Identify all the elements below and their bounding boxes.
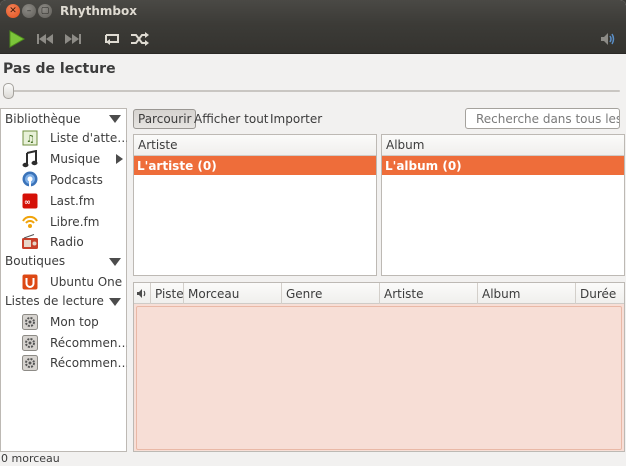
sidebar-item-ubuntu-one[interactable]: Ubuntu One	[21, 272, 127, 292]
expand-arrow-icon[interactable]	[109, 115, 121, 123]
expand-arrow-icon[interactable]	[109, 258, 121, 266]
gear-icon	[21, 354, 39, 372]
volume-button[interactable]	[598, 29, 620, 49]
genre-column-header[interactable]: Genre	[281, 283, 379, 304]
music-icon	[21, 150, 39, 168]
podcast-icon	[21, 171, 39, 189]
radio-icon	[21, 233, 39, 251]
sidebar-item-radio[interactable]: Radio	[21, 232, 127, 252]
expand-arrow-icon[interactable]	[116, 154, 123, 164]
sidebar-item-lastfm[interactable]: ∞ Last.fm	[21, 191, 127, 211]
volume-icon	[601, 33, 615, 45]
librefm-icon	[21, 213, 39, 231]
sidebar-item-label: Récommen…	[50, 356, 127, 370]
sidebar-item-label: Ubuntu One	[50, 275, 123, 289]
album-column-header[interactable]: Album	[477, 283, 575, 304]
repeat-button[interactable]	[100, 29, 124, 49]
repeat-icon	[105, 34, 119, 45]
tab-show-all[interactable]: Afficher tout	[190, 109, 273, 129]
album-row-selected[interactable]: L'album (0)	[382, 156, 624, 175]
play-button[interactable]	[6, 29, 28, 49]
sidebar-item-label: Podcasts	[50, 173, 103, 187]
source-sidebar: Bibliothèque ♫ Liste d'atte… Musique Pod…	[0, 108, 127, 452]
artist-column-header[interactable]: Artiste	[379, 283, 477, 304]
playing-column-header[interactable]	[134, 283, 150, 304]
minimize-icon: –	[26, 5, 32, 16]
svg-text:∞: ∞	[24, 198, 31, 207]
gear-icon	[21, 313, 39, 331]
window-title: Rhythmbox	[60, 4, 137, 18]
sidebar-item-label: Musique	[50, 152, 101, 166]
sidebar-item-librefm[interactable]: Libre.fm	[21, 212, 127, 232]
album-pane: Album L'album (0)	[381, 134, 625, 276]
sidebar-item-playlist[interactable]: Récommen…	[21, 333, 127, 353]
close-window-button[interactable]: ✕	[6, 4, 20, 18]
queue-icon: ♫	[21, 129, 39, 147]
lastfm-icon: ∞	[21, 192, 39, 210]
expand-arrow-icon[interactable]	[109, 298, 121, 306]
sidebar-item-music[interactable]: Musique	[21, 149, 127, 169]
artist-pane: Artiste L'artiste (0)	[133, 134, 377, 276]
minimize-window-button[interactable]: –	[22, 4, 36, 18]
sidebar-item-playlist[interactable]: Récommen…	[21, 353, 127, 373]
sidebar-item-playlist[interactable]: Mon top	[21, 312, 127, 332]
sidebar-item-podcasts[interactable]: Podcasts	[21, 170, 127, 190]
sidebar-category-library[interactable]: Bibliothèque	[5, 112, 81, 126]
album-column-header[interactable]: Album	[382, 135, 624, 156]
previous-icon	[37, 34, 53, 44]
sidebar-item-label: Mon top	[50, 315, 99, 329]
sidebar-item-label: Libre.fm	[50, 215, 100, 229]
track-list-body[interactable]	[136, 306, 622, 450]
rhythmbox-window: ✕ – ▢ Rhythmbox Pas de lecture Bibliothè…	[0, 0, 626, 466]
sidebar-item-queue[interactable]: ♫ Liste d'atte…	[21, 128, 127, 148]
close-icon: ✕	[9, 5, 17, 16]
shuffle-icon	[131, 32, 149, 46]
status-bar: 0 morceau	[1, 452, 60, 465]
seek-handle[interactable]	[3, 83, 14, 99]
play-icon	[9, 30, 25, 48]
title-bar[interactable]: ✕ – ▢ Rhythmbox	[0, 0, 626, 24]
sidebar-item-label: Récommen…	[50, 336, 127, 350]
sidebar-category-stores[interactable]: Boutiques	[5, 254, 65, 268]
sidebar-item-label: Radio	[50, 235, 84, 249]
maximize-icon: ▢	[40, 5, 50, 16]
search-placeholder: Recherche dans tous les	[476, 111, 620, 126]
duration-column-header[interactable]: Durée	[575, 283, 624, 304]
sidebar-item-label: Last.fm	[50, 194, 95, 208]
speaker-icon	[137, 289, 146, 298]
search-input[interactable]: Recherche dans tous les	[465, 108, 620, 129]
title-column-header[interactable]: Morceau	[183, 283, 281, 304]
next-icon	[65, 34, 81, 44]
tab-browse[interactable]: Parcourir	[133, 109, 197, 129]
shuffle-button[interactable]	[128, 29, 152, 49]
sidebar-category-playlists[interactable]: Listes de lecture	[5, 294, 104, 308]
tab-import[interactable]: Importer	[266, 109, 326, 129]
maximize-window-button[interactable]: ▢	[38, 4, 52, 18]
now-playing-label: Pas de lecture	[3, 61, 116, 77]
svg-text:♫: ♫	[26, 134, 35, 145]
gear-icon	[21, 334, 39, 352]
track-list: Piste Morceau Genre Artiste Album Durée	[133, 282, 625, 452]
next-button[interactable]	[62, 29, 84, 49]
ubuntu-one-icon	[21, 273, 39, 291]
track-number-column-header[interactable]: Piste	[150, 283, 184, 304]
seek-bar[interactable]	[6, 90, 620, 92]
track-list-header: Piste Morceau Genre Artiste Album Durée	[134, 283, 624, 304]
sidebar-item-label: Liste d'atte…	[50, 131, 127, 145]
artist-row-selected[interactable]: L'artiste (0)	[134, 156, 376, 175]
artist-column-header[interactable]: Artiste	[134, 135, 376, 156]
previous-button[interactable]	[34, 29, 56, 49]
playback-toolbar	[0, 24, 626, 54]
